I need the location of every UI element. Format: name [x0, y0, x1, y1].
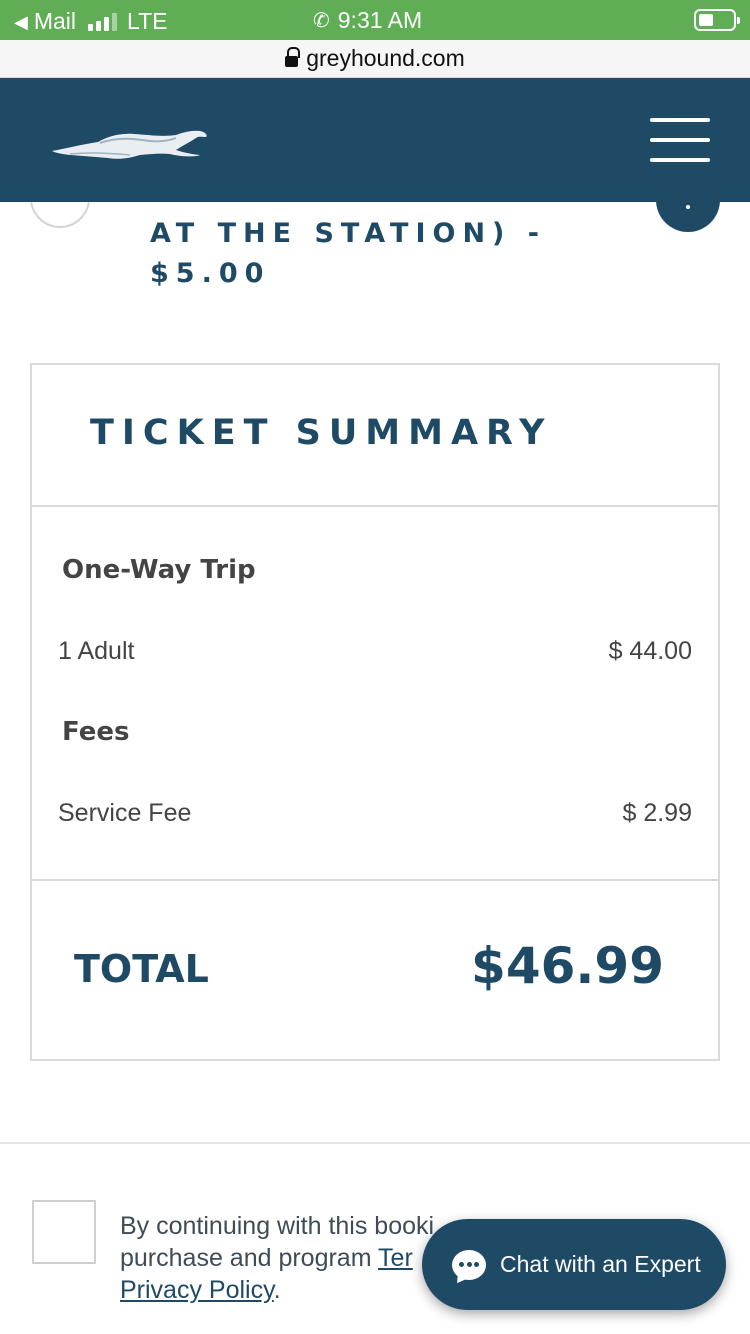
option-label-line1: AT THE STATION) - — [150, 218, 547, 249]
chat-button-label: Chat with an Expert — [500, 1251, 701, 1277]
option-price: $5.00 — [150, 258, 271, 289]
ticket-summary-title: TICKET SUMMARY — [90, 413, 553, 453]
terms-trailing: . — [273, 1276, 281, 1304]
total-amount: $46.99 — [471, 937, 664, 995]
back-arrow-icon[interactable]: ◀ — [14, 11, 28, 33]
fees-heading: Fees — [62, 717, 130, 747]
url-domain[interactable]: greyhound.com — [306, 45, 465, 72]
url-bar[interactable]: greyhound.com — [0, 40, 750, 78]
lock-icon — [285, 46, 301, 69]
terms-link[interactable]: Ter — [378, 1244, 413, 1272]
battery-icon — [694, 9, 740, 31]
page: ◀ Mail LTE ✆ 9:31 AM greyhound.com AT TH… — [0, 0, 750, 1334]
service-fee-amount: $ 2.99 — [622, 799, 692, 827]
passenger-label: 1 Adult — [58, 637, 135, 665]
status-bar-left: ◀ Mail LTE — [14, 8, 168, 35]
hamburger-menu-icon[interactable] — [650, 118, 710, 164]
ticket-summary-total: TOTAL $46.99 — [32, 881, 718, 1057]
network-type: LTE — [127, 8, 168, 34]
ticket-summary-card: TICKET SUMMARY One-Way Trip 1 Adult $ 44… — [30, 363, 720, 1061]
privacy-policy-link[interactable]: Privacy Policy — [120, 1276, 274, 1304]
clock: 9:31 AM — [337, 7, 423, 33]
status-bar-center: ✆ 9:31 AM — [313, 7, 422, 34]
ticket-summary-header: TICKET SUMMARY — [32, 365, 718, 507]
section-divider — [0, 1142, 750, 1144]
chat-with-expert-button[interactable]: Chat with an Expert — [422, 1219, 726, 1310]
signal-strength-icon — [88, 12, 118, 31]
option-label: AT THE STATION) - $5.00 — [150, 214, 570, 294]
phone-icon: ✆ — [313, 10, 330, 32]
status-bar: ◀ Mail LTE ✆ 9:31 AM — [0, 0, 750, 40]
terms-text-prefix: purchase and program — [120, 1244, 379, 1272]
back-to-mail-label[interactable]: Mail — [34, 8, 76, 35]
service-fee-label: Service Fee — [58, 799, 192, 827]
greyhound-logo-icon[interactable] — [50, 124, 210, 164]
trip-type-heading: One-Way Trip — [62, 555, 256, 585]
ticket-summary-details: One-Way Trip 1 Adult $ 44.00 Fees Servic… — [32, 507, 718, 881]
site-header — [0, 78, 750, 202]
total-label: TOTAL — [74, 947, 209, 991]
passenger-amount: $ 44.00 — [608, 637, 692, 665]
chat-bubble-icon — [452, 1249, 486, 1280]
terms-checkbox[interactable] — [32, 1200, 96, 1264]
